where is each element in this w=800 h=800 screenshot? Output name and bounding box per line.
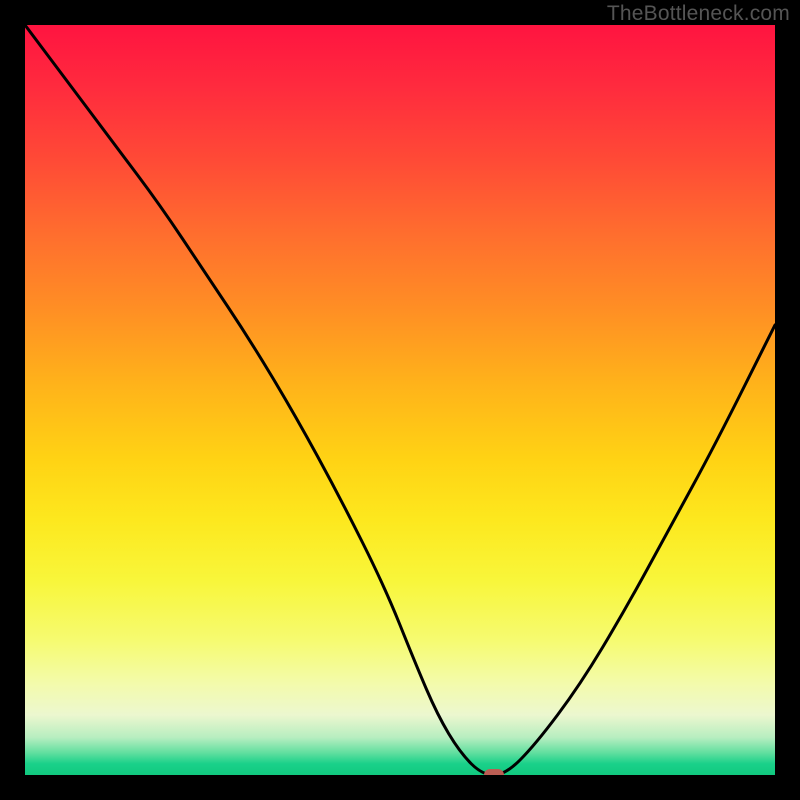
chart-frame: TheBottleneck.com [0,0,800,800]
curve-path [25,25,775,775]
curve-svg [25,25,775,775]
plot-area [25,25,775,775]
watermark-text: TheBottleneck.com [607,2,790,26]
optimum-marker-icon [484,769,504,775]
